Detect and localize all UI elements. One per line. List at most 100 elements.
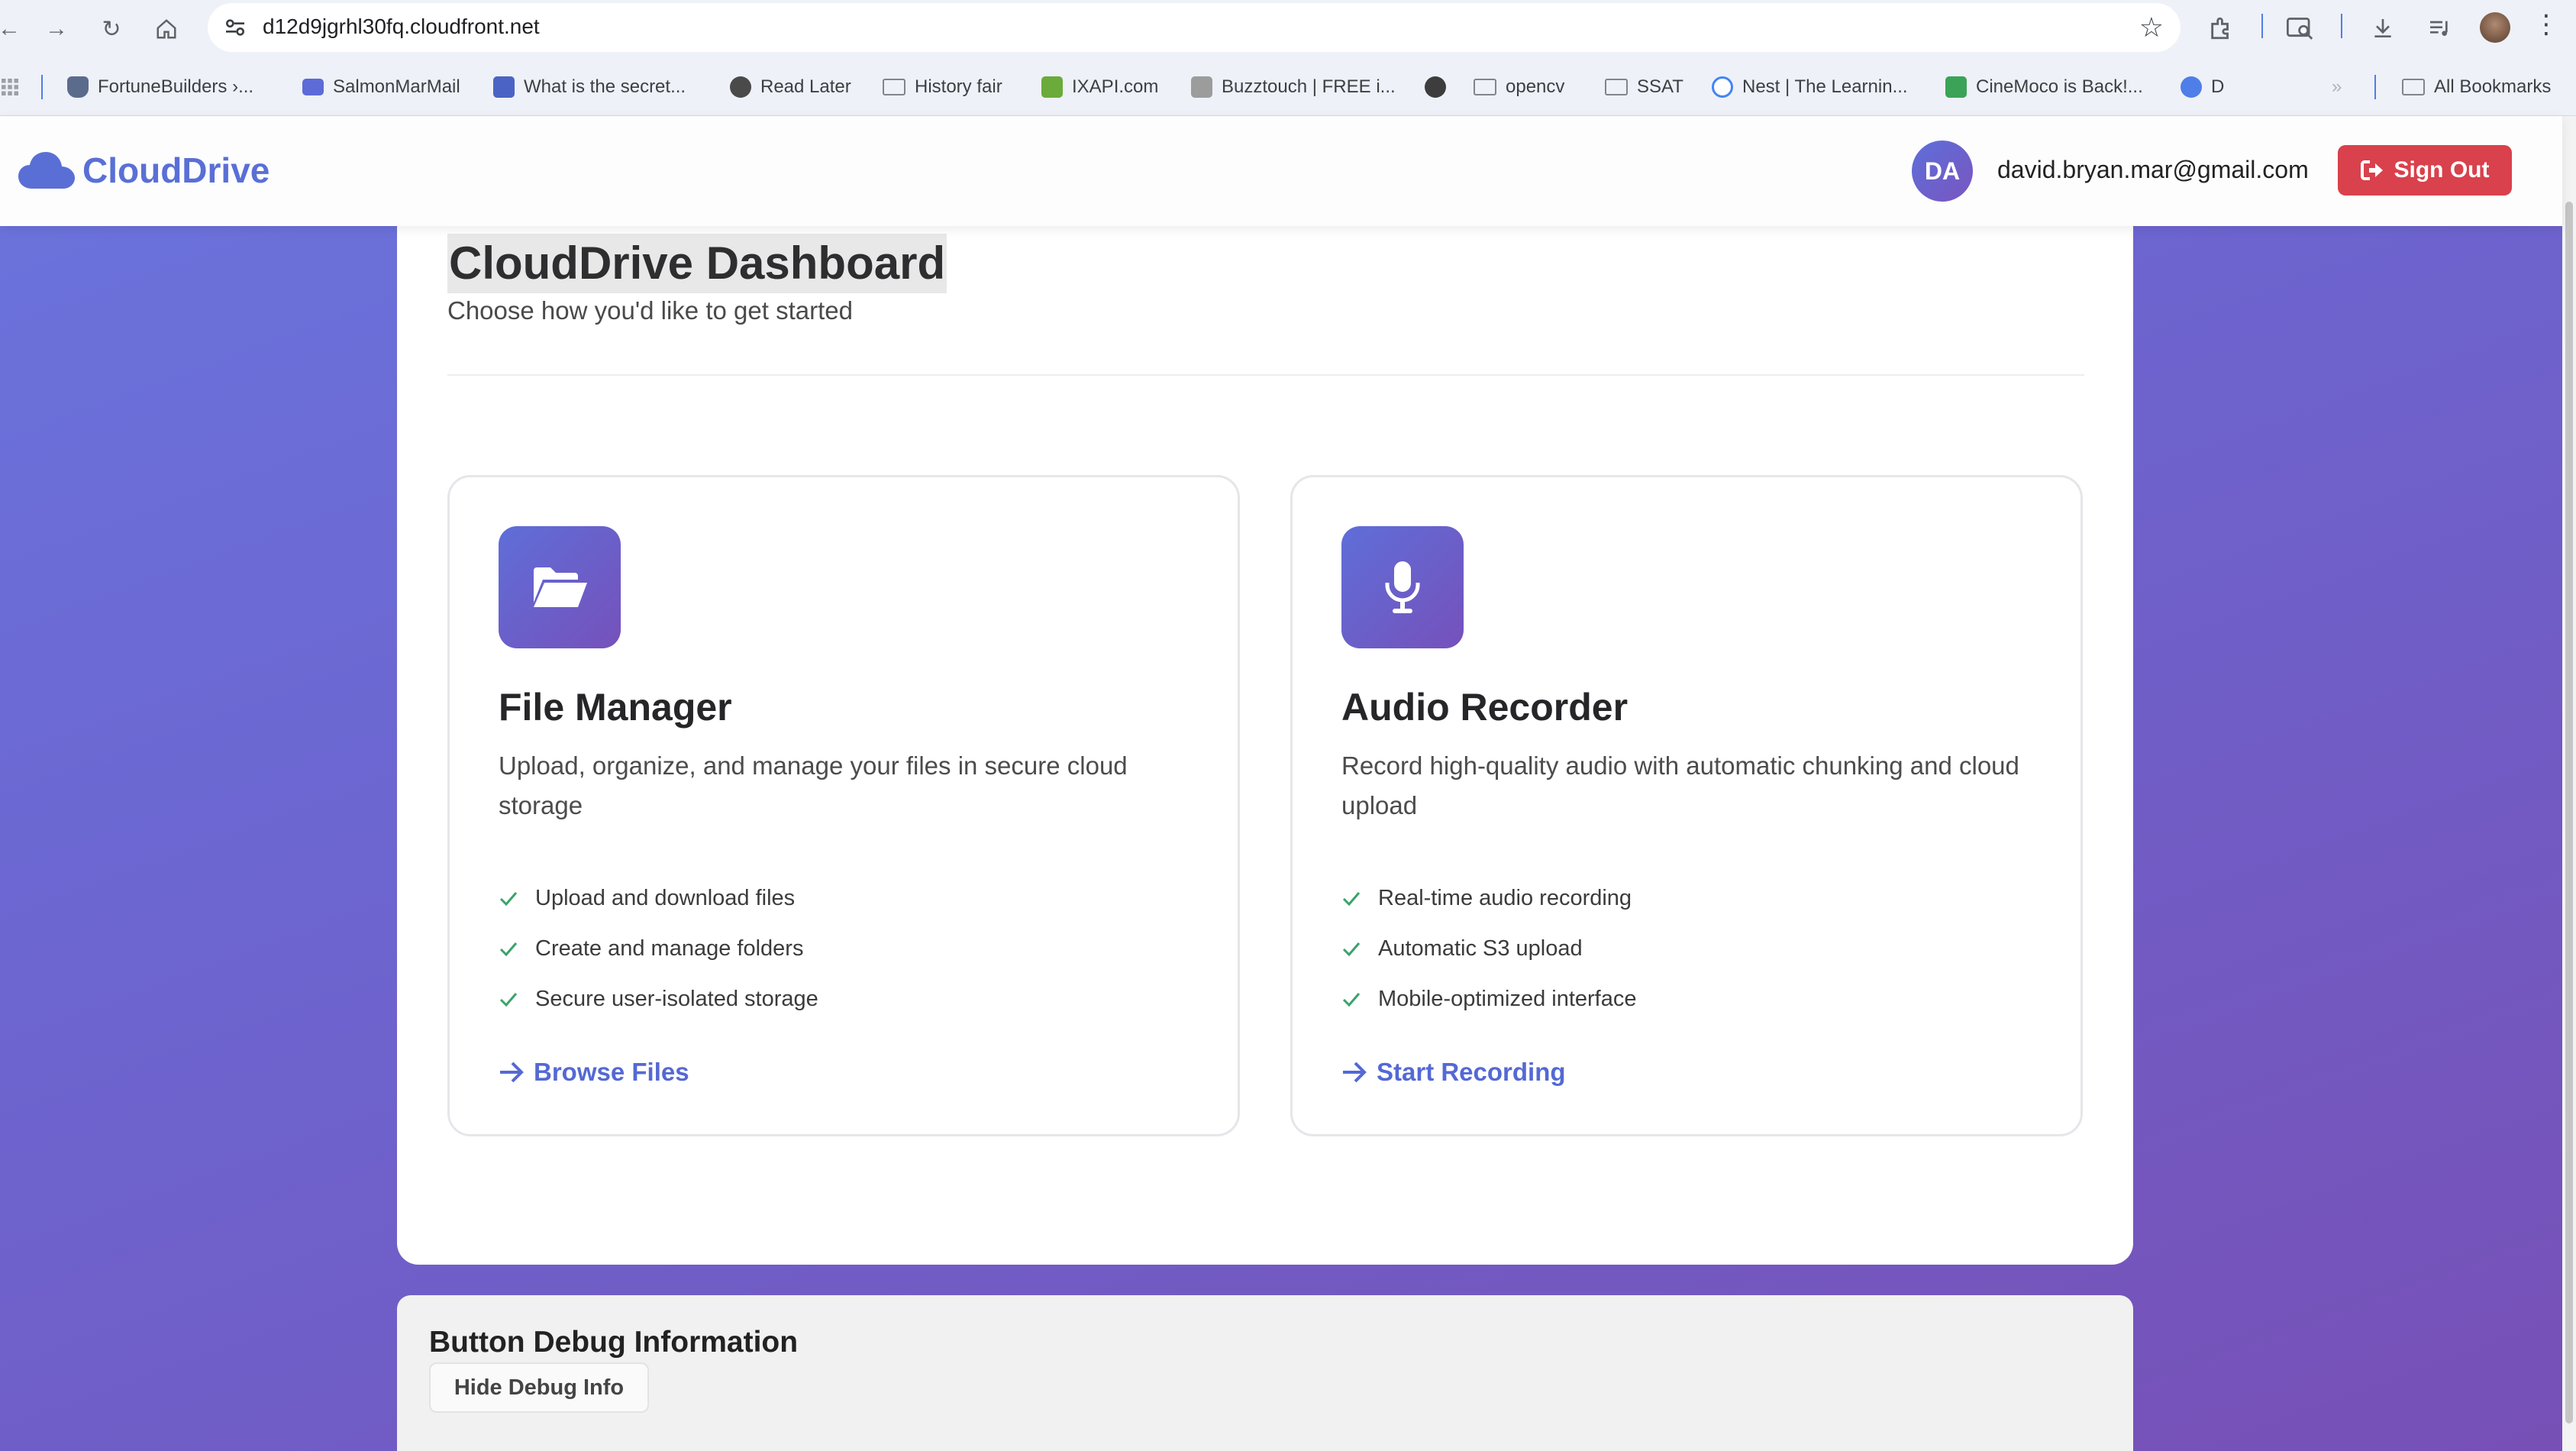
app-header: CloudDrive DA david.bryan.mar@gmail.com … xyxy=(0,116,2562,226)
bookmarks-overflow-icon[interactable]: » xyxy=(2332,73,2342,101)
bookmark-label: Read Later xyxy=(760,76,851,97)
bookmark-item[interactable]: Nest | The Learnin... xyxy=(1712,73,1908,101)
user-avatar[interactable]: DA xyxy=(1912,141,1973,202)
folder-icon xyxy=(883,79,905,95)
feature-item: Real-time audio recording xyxy=(1341,873,1636,923)
feature-text: Mobile-optimized interface xyxy=(1378,986,1637,1011)
bt-favicon-icon xyxy=(1191,76,1212,98)
card-title: File Manager xyxy=(499,686,732,729)
audio-recorder-card[interactable]: Audio Recorder Record high-quality audio… xyxy=(1290,475,2083,1136)
brand-logo[interactable]: CloudDrive xyxy=(18,150,270,191)
bookmark-item[interactable]: FortuneBuilders ›... xyxy=(67,73,253,101)
browse-files-link[interactable]: Browse Files xyxy=(499,1058,689,1087)
bookmark-label: D xyxy=(2211,76,2225,97)
bookmark-item[interactable]: IXAPI.com xyxy=(1041,73,1158,101)
folder-icon xyxy=(1474,79,1496,95)
start-recording-link[interactable]: Start Recording xyxy=(1341,1058,1566,1087)
back-arrow-icon[interactable]: ← xyxy=(0,12,26,46)
dashboard-card: CloudDrive Dashboard Choose how you'd li… xyxy=(397,206,2133,1265)
card-description: Record high-quality audio with automatic… xyxy=(1341,751,2019,819)
check-favicon-icon xyxy=(1945,76,1967,98)
scrollbar-thumb[interactable] xyxy=(2565,202,2573,1424)
file-manager-card[interactable]: File Manager Upload, organize, and manag… xyxy=(447,475,1240,1136)
download-icon[interactable] xyxy=(2365,11,2400,46)
bookmark-item[interactable]: Read Later xyxy=(730,73,851,101)
shield-favicon-icon xyxy=(67,76,89,98)
feature-text: Secure user-isolated storage xyxy=(535,986,818,1011)
sign-out-button[interactable]: Sign Out xyxy=(2338,145,2512,196)
browser-profile-avatar[interactable] xyxy=(2480,12,2510,43)
bookmark-label: opencv xyxy=(1506,76,1565,97)
bookmarks-bar: FortuneBuilders ›... SalmonMarMail What … xyxy=(0,58,2576,116)
forward-arrow-icon[interactable]: → xyxy=(40,12,73,46)
bookmark-folder[interactable]: History fair xyxy=(883,73,1002,101)
bookmarks-separator xyxy=(2374,75,2376,99)
bookmark-star-icon[interactable]: ☆ xyxy=(2139,12,2164,43)
apps-grid-icon[interactable] xyxy=(2,73,18,101)
sign-out-icon xyxy=(2360,160,2383,180)
user-email: david.bryan.mar@gmail.com xyxy=(1997,156,2309,183)
feature-text: Create and manage folders xyxy=(535,936,804,961)
feature-item: Upload and download files xyxy=(499,873,818,923)
all-bookmarks-folder[interactable]: All Bookmarks xyxy=(2402,73,2551,101)
mail-favicon-icon xyxy=(302,79,324,95)
feature-text: Upload and download files xyxy=(535,885,796,910)
globe-favicon-icon xyxy=(730,76,751,98)
feature-list: Real-time audio recording Automatic S3 u… xyxy=(1341,873,1636,1024)
check-icon xyxy=(1342,993,1361,1007)
bookmark-item[interactable]: What is the secret... xyxy=(493,73,686,101)
address-bar[interactable]: d12d9jgrhl30fq.cloudfront.net ☆ xyxy=(208,3,2181,52)
card-title: Audio Recorder xyxy=(1341,686,1629,729)
site-settings-icon[interactable] xyxy=(223,15,247,40)
pt-favicon-icon xyxy=(493,76,515,98)
reload-icon[interactable]: ↻ xyxy=(95,12,128,46)
bookmark-label: IXAPI.com xyxy=(1072,76,1159,97)
debug-panel: Button Debug Information Hide Debug Info xyxy=(397,1295,2133,1451)
header-divider xyxy=(447,374,2084,376)
tab-search-icon[interactable] xyxy=(2283,11,2318,46)
google-favicon-icon xyxy=(1712,76,1733,98)
ixapi-favicon-icon xyxy=(1041,76,1063,98)
bookmarks-separator xyxy=(41,75,43,99)
toolbar-separator xyxy=(2341,14,2342,38)
folder-open-icon xyxy=(499,526,621,648)
feature-text: Real-time audio recording xyxy=(1378,885,1632,910)
bookmark-item[interactable]: SalmonMarMail xyxy=(302,73,460,101)
browser-menu-icon[interactable]: ⋮ xyxy=(2533,9,2559,40)
toolbar-separator xyxy=(2261,14,2263,38)
bookmark-label: CineMoco is Back!... xyxy=(1976,76,2143,97)
bookmark-folder[interactable]: SSAT xyxy=(1605,73,1683,101)
bookmark-label: SalmonMarMail xyxy=(333,76,460,97)
bookmark-item[interactable]: D xyxy=(2181,73,2224,101)
sign-out-label: Sign Out xyxy=(2394,157,2490,183)
extensions-icon[interactable] xyxy=(2203,11,2239,46)
check-icon xyxy=(499,892,518,906)
home-icon[interactable] xyxy=(150,12,183,46)
check-icon xyxy=(499,942,518,957)
arrow-right-icon xyxy=(500,1062,524,1083)
sparkle-favicon-icon xyxy=(2181,76,2202,98)
page-subtitle: Choose how you'd like to get started xyxy=(447,296,853,325)
bookmark-item[interactable]: Buzztouch | FREE i... xyxy=(1191,73,1396,101)
bookmark-item[interactable]: CineMoco is Back!... xyxy=(1945,73,2143,101)
check-icon xyxy=(1342,942,1361,957)
bookmark-folder[interactable]: opencv xyxy=(1474,73,1564,101)
feature-item: Mobile-optimized interface xyxy=(1341,974,1636,1024)
hide-debug-button[interactable]: Hide Debug Info xyxy=(429,1362,649,1413)
media-controls-icon[interactable] xyxy=(2422,11,2457,46)
feature-item: Secure user-isolated storage xyxy=(499,974,818,1024)
microphone-icon xyxy=(1341,526,1464,648)
globe-favicon-icon xyxy=(1425,76,1446,98)
bookmark-item[interactable] xyxy=(1425,73,1455,101)
bookmark-label: FortuneBuilders ›... xyxy=(98,76,254,97)
url-text[interactable]: d12d9jgrhl30fq.cloudfront.net xyxy=(263,15,540,39)
check-icon xyxy=(499,993,518,1007)
cta-label: Start Recording xyxy=(1377,1058,1566,1086)
cta-label: Browse Files xyxy=(534,1058,689,1086)
bookmark-label: Buzztouch | FREE i... xyxy=(1222,76,1396,97)
card-description: Upload, organize, and manage your files … xyxy=(499,751,1128,819)
brand-name: CloudDrive xyxy=(82,150,270,190)
browser-toolbar: ← → ↻ d12d9jgrhl30fq.cloudfront.net ☆ ⋮ xyxy=(0,0,2576,58)
bookmark-label: What is the secret... xyxy=(524,76,686,97)
folder-icon xyxy=(1605,79,1628,95)
